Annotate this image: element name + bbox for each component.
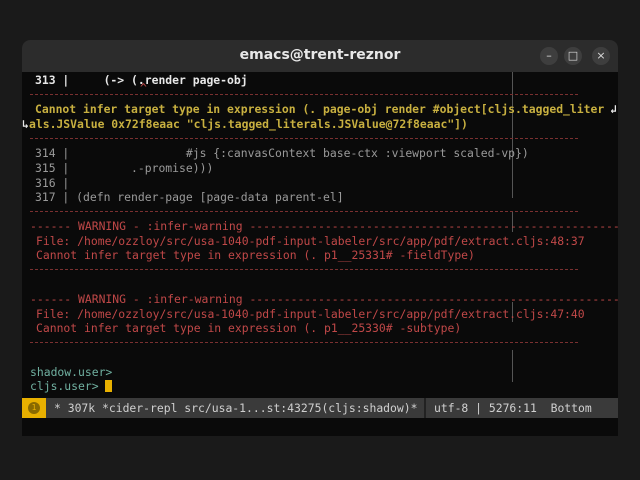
buffer-info: * 307k *cider-repl src/usa-1...st:43275(… bbox=[54, 401, 418, 415]
title-bar[interactable]: emacs@trent-reznor – □ × bbox=[22, 40, 618, 72]
window-title: emacs@trent-reznor bbox=[239, 47, 401, 63]
shadow-prompt: shadow.user> bbox=[30, 365, 113, 379]
warning-file: File: /home/ozzloy/src/usa-1040-pdf-inpu… bbox=[36, 307, 585, 321]
code-line-315: 315 | .-promise))) bbox=[35, 161, 214, 175]
minimize-button[interactable]: – bbox=[540, 47, 558, 65]
divider bbox=[30, 211, 578, 212]
divider bbox=[30, 269, 578, 270]
maximize-button[interactable]: □ bbox=[564, 47, 582, 65]
fill-column-indicator bbox=[512, 350, 513, 382]
fill-column-indicator bbox=[512, 72, 513, 198]
warning-message: Cannot infer target type in expression (… bbox=[36, 248, 475, 262]
close-button[interactable]: × bbox=[592, 47, 610, 65]
error-message-line1: Cannot infer target type in expression (… bbox=[35, 102, 605, 116]
badge-count: 1 bbox=[28, 402, 40, 414]
cljs-prompt[interactable]: cljs.user> bbox=[30, 379, 113, 393]
error-caret: ^ bbox=[140, 81, 147, 95]
text-cursor bbox=[105, 380, 113, 392]
warning-header: ------ WARNING - :infer-warning --------… bbox=[30, 219, 618, 233]
divider bbox=[30, 94, 578, 95]
warning-message: Cannot infer target type in expression (… bbox=[36, 321, 462, 335]
warning-header: ------ WARNING - :infer-warning --------… bbox=[30, 292, 618, 306]
warning-file: File: /home/ozzloy/src/usa-1040-pdf-inpu… bbox=[36, 234, 585, 248]
error-message-line2: als.JSValue 0x72f8eaac "cljs.tagged_lite… bbox=[29, 117, 468, 131]
mode-line[interactable]: 1 * 307k *cider-repl src/usa-1...st:4327… bbox=[22, 398, 618, 418]
code-line-317: 317 | (defn render-page [page-data paren… bbox=[35, 190, 344, 204]
code-line-314: 314 | #js {:canvasContext base-ctx :view… bbox=[35, 146, 529, 160]
wrap-right-icon: ↲ bbox=[610, 102, 617, 116]
position-info: utf-8 | 5276:11 Bottom bbox=[434, 401, 592, 415]
wrap-left-icon: ↳ bbox=[22, 117, 29, 131]
divider bbox=[424, 398, 426, 418]
divider bbox=[30, 342, 578, 343]
emacs-window: emacs@trent-reznor – □ × 313 | (-> (.ren… bbox=[22, 40, 618, 436]
divider bbox=[30, 138, 578, 139]
cljs-prompt-label: cljs.user> bbox=[30, 379, 106, 393]
warning-badge[interactable]: 1 bbox=[22, 398, 46, 418]
code-line-316: 316 | bbox=[35, 176, 70, 190]
